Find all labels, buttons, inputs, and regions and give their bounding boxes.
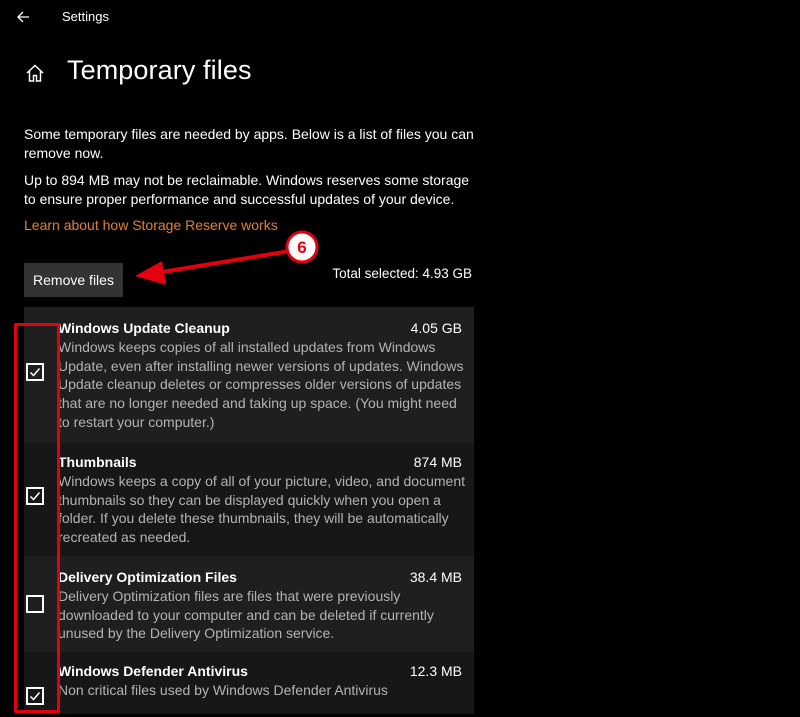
annotation-arrow-icon: 6 [135,230,319,285]
app-title: Settings [62,9,109,24]
annotation-step-number: 6 [297,238,306,257]
back-button[interactable] [12,6,36,28]
item-checkbox[interactable] [26,687,44,705]
checkmark-icon [29,492,41,501]
item-size: 12.3 MB [409,663,462,679]
arrow-left-icon [17,11,29,23]
home-icon[interactable] [24,62,46,84]
item-description: Windows keeps copies of all installed up… [58,339,464,430]
item-size: 874 MB [413,454,462,470]
item-size: 4.05 GB [410,320,462,336]
list-item[interactable]: Windows Defender Antivirus 12.3 MB Non c… [24,652,474,714]
title-bar: Settings [0,0,800,34]
item-description: Delivery Optimization files are files th… [58,588,434,642]
remove-files-button[interactable]: Remove files [24,263,123,297]
page-title: Temporary files [67,55,252,85]
checkmark-icon [29,692,41,701]
item-name: Thumbnails [58,454,137,470]
description-text: Some temporary files are needed by apps.… [24,126,474,161]
reclaimable-note: Up to 894 MB may not be reclaimable. Win… [24,172,470,207]
item-checkbox[interactable] [26,595,44,613]
item-name: Windows Defender Antivirus [58,663,248,679]
item-checkbox[interactable] [26,363,44,381]
item-name: Delivery Optimization Files [58,569,237,585]
item-name: Windows Update Cleanup [58,320,230,336]
list-item[interactable]: Windows Update Cleanup 4.05 GB Windows k… [24,307,474,443]
temp-files-list: Windows Update Cleanup 4.05 GB Windows k… [24,307,474,714]
list-item[interactable]: Thumbnails 874 MB Windows keeps a copy o… [24,443,474,556]
item-checkbox[interactable] [26,487,44,505]
list-item[interactable]: Delivery Optimization Files 38.4 MB Deli… [24,556,474,652]
total-selected: Total selected: 4.93 GB [332,266,472,281]
item-description: Windows keeps a copy of all of your pict… [58,473,465,546]
item-description: Non critical files used by Windows Defen… [58,682,388,698]
checkmark-icon [29,368,41,377]
item-size: 38.4 MB [409,569,462,585]
storage-reserve-link[interactable]: Learn about how Storage Reserve works [24,217,278,233]
